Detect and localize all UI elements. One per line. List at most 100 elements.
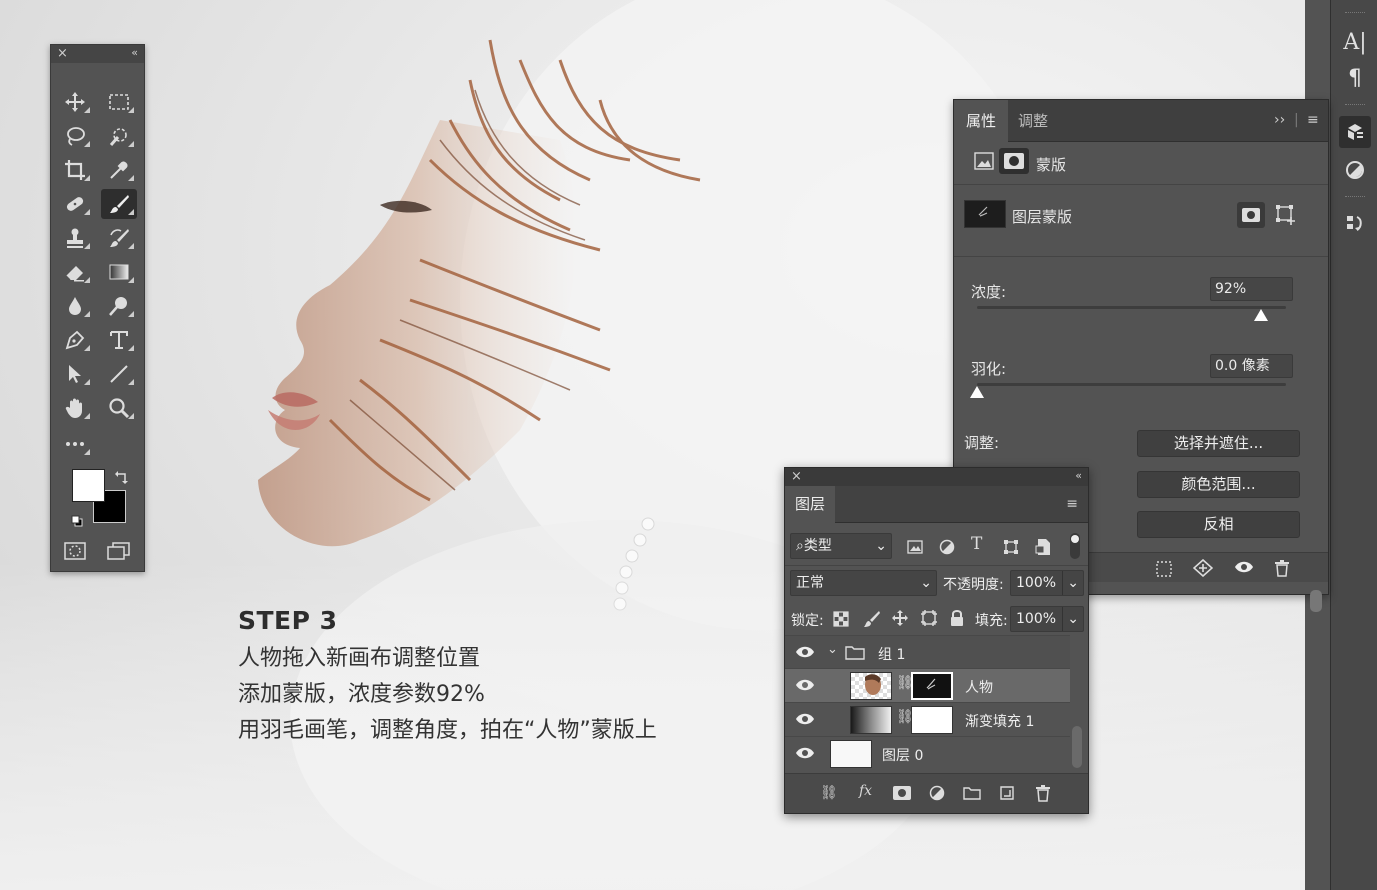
layer-row-group[interactable]: ⌄ 组 1 bbox=[785, 635, 1070, 669]
path-select-tool[interactable] bbox=[57, 359, 93, 389]
shape-filter-icon[interactable] bbox=[1003, 539, 1019, 555]
layers-scrollbar[interactable] bbox=[1072, 726, 1082, 768]
hand-tool[interactable] bbox=[57, 393, 93, 423]
trash-icon[interactable] bbox=[1035, 784, 1051, 802]
quick-select-tool[interactable] bbox=[101, 121, 137, 151]
mask-thumbnail[interactable] bbox=[911, 706, 953, 734]
stamp-tool[interactable] bbox=[57, 223, 93, 253]
character-icon[interactable]: A| bbox=[1339, 26, 1371, 58]
dock-grip[interactable] bbox=[1345, 104, 1365, 107]
folder-icon[interactable] bbox=[963, 786, 981, 800]
mask-icon[interactable] bbox=[893, 786, 911, 800]
dock-grip[interactable] bbox=[1345, 196, 1365, 199]
type-filter-icon[interactable]: T bbox=[971, 534, 982, 554]
properties-icon[interactable] bbox=[1339, 116, 1371, 148]
adjustments-icon[interactable] bbox=[1339, 154, 1371, 186]
eye-icon[interactable] bbox=[1234, 560, 1254, 574]
swap-colors-icon[interactable] bbox=[115, 469, 129, 488]
expand-icon[interactable]: ›› bbox=[1274, 112, 1285, 128]
properties-scrollbar[interactable] bbox=[1310, 590, 1322, 612]
layer-row-base[interactable]: 图层 0 bbox=[785, 736, 1070, 770]
pen-tool[interactable] bbox=[57, 325, 93, 355]
new-layer-icon[interactable] bbox=[999, 785, 1015, 801]
crop-tool[interactable] bbox=[57, 155, 93, 185]
smart-object-filter-icon[interactable] bbox=[1035, 538, 1051, 556]
opacity-field[interactable]: 100% ⌄ bbox=[1010, 570, 1084, 596]
collapse-icon[interactable]: ‹‹ bbox=[131, 46, 138, 59]
invert-button[interactable]: 反相 bbox=[1137, 511, 1300, 538]
marquee-tool[interactable] bbox=[101, 87, 137, 117]
feather-slider-thumb[interactable] bbox=[970, 386, 984, 398]
blend-mode-select[interactable]: 正常 ⌄ bbox=[790, 570, 937, 596]
eyedropper-tool[interactable] bbox=[101, 155, 137, 185]
color-range-button[interactable]: 颜色范围... bbox=[1137, 471, 1300, 498]
default-colors-icon[interactable] bbox=[71, 512, 83, 531]
dock-grip[interactable] bbox=[1345, 12, 1365, 15]
mask-thumbnail[interactable] bbox=[964, 200, 1006, 228]
eye-icon[interactable] bbox=[795, 746, 815, 760]
eye-icon[interactable] bbox=[795, 645, 815, 659]
blur-tool[interactable] bbox=[57, 291, 93, 321]
chevron-down-icon[interactable]: ⌄ bbox=[1062, 571, 1079, 595]
lock-transparent-icon[interactable] bbox=[833, 611, 849, 627]
dodge-tool[interactable] bbox=[101, 291, 137, 321]
layers-titlebar[interactable]: × ‹‹ bbox=[785, 468, 1088, 486]
panel-menu-icon[interactable]: ≡ bbox=[1066, 496, 1078, 512]
lock-artboard-icon[interactable] bbox=[920, 609, 938, 627]
close-icon[interactable]: × bbox=[791, 469, 802, 484]
history-brush-tool[interactable] bbox=[101, 223, 137, 253]
mask-thumbnail[interactable] bbox=[911, 672, 953, 700]
pixel-filter-icon[interactable] bbox=[907, 540, 923, 554]
panel-menu-icon[interactable]: ≡ bbox=[1307, 112, 1319, 128]
chevron-down-icon[interactable]: ⌄ bbox=[1062, 607, 1079, 631]
adjustment-filter-icon[interactable] bbox=[939, 539, 955, 555]
layer-thumbnail[interactable] bbox=[830, 740, 872, 768]
gradient-thumbnail[interactable] bbox=[850, 706, 892, 734]
select-mask-icon[interactable] bbox=[1237, 202, 1265, 228]
collapse-icon[interactable]: ‹‹ bbox=[1075, 469, 1082, 482]
tab-properties[interactable]: 属性 bbox=[954, 100, 1009, 142]
healing-tool[interactable] bbox=[57, 189, 93, 219]
move-tool[interactable] bbox=[57, 87, 93, 117]
layer-thumbnail[interactable] bbox=[850, 672, 892, 700]
line-tool[interactable] bbox=[101, 359, 137, 389]
zoom-tool[interactable] bbox=[101, 393, 137, 423]
eye-icon[interactable] bbox=[795, 678, 815, 692]
link-icon[interactable]: ⛓ bbox=[820, 785, 838, 801]
pixel-mask-icon[interactable] bbox=[974, 152, 994, 174]
apply-mask-icon[interactable] bbox=[1193, 559, 1213, 577]
quick-mask-button[interactable] bbox=[57, 536, 93, 566]
tools-titlebar[interactable]: × ‹‹ bbox=[51, 45, 144, 63]
filter-toggle[interactable] bbox=[1070, 533, 1080, 559]
select-and-mask-button[interactable]: 选择并遮住... bbox=[1137, 430, 1300, 457]
feather-field[interactable]: 0.0 像素 bbox=[1210, 354, 1293, 378]
brush-tool[interactable] bbox=[101, 189, 137, 219]
lock-all-icon[interactable] bbox=[950, 609, 964, 627]
foreground-color-swatch[interactable] bbox=[72, 469, 105, 502]
screen-mode-button[interactable] bbox=[101, 536, 137, 566]
density-slider[interactable] bbox=[977, 306, 1286, 321]
vector-mask-icon[interactable] bbox=[1275, 204, 1297, 230]
eraser-tool[interactable] bbox=[57, 257, 93, 287]
paragraph-icon[interactable]: ¶ bbox=[1339, 62, 1371, 94]
lock-pixels-icon[interactable] bbox=[863, 610, 881, 628]
layer-row-selected[interactable]: ⛓ 人物 bbox=[785, 668, 1070, 702]
density-field[interactable]: 92% bbox=[1210, 277, 1293, 301]
history-icon[interactable] bbox=[1339, 208, 1371, 240]
type-tool[interactable] bbox=[101, 325, 137, 355]
lasso-tool[interactable] bbox=[57, 121, 93, 151]
chevron-down-icon[interactable]: ⌄ bbox=[827, 642, 838, 657]
trash-icon[interactable] bbox=[1274, 559, 1290, 577]
filter-kind-select[interactable]: ⌕类型 ⌄ bbox=[790, 533, 892, 559]
eye-icon[interactable] bbox=[795, 712, 815, 726]
tab-layers[interactable]: 图层 bbox=[785, 486, 835, 523]
layer-row-gradient[interactable]: ⛓ 渐变填充 1 bbox=[785, 702, 1070, 736]
feather-slider[interactable] bbox=[970, 383, 1286, 398]
gradient-tool[interactable] bbox=[101, 257, 137, 287]
lock-position-icon[interactable] bbox=[891, 609, 909, 627]
close-icon[interactable]: × bbox=[57, 46, 68, 61]
load-selection-icon[interactable] bbox=[1156, 561, 1172, 577]
fx-icon[interactable]: fx bbox=[859, 783, 872, 799]
layer-mask-icon[interactable] bbox=[999, 148, 1029, 174]
more-tools-button[interactable] bbox=[57, 429, 93, 459]
